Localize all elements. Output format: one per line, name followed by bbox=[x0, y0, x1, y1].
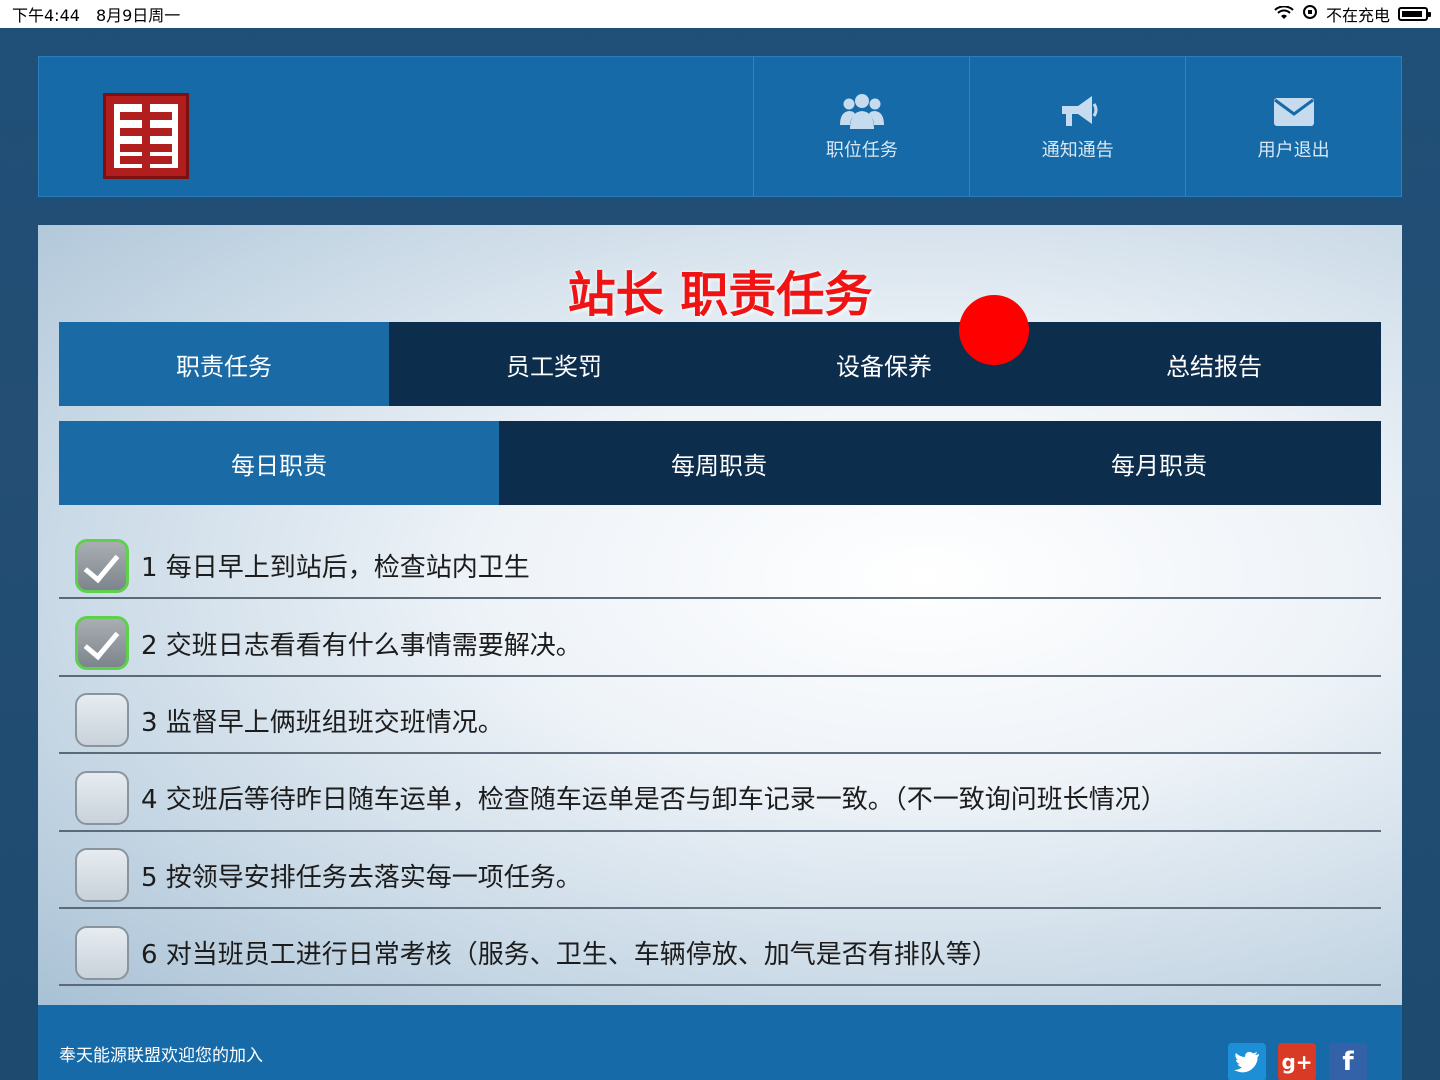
primary-tabs: 职责任务 员工奖罚 设备保养 总结报告 bbox=[59, 322, 1381, 406]
nav-job-tasks[interactable]: 职位任务 bbox=[753, 57, 969, 196]
users-icon bbox=[839, 92, 884, 130]
megaphone-icon bbox=[1056, 92, 1100, 130]
task-checkbox[interactable] bbox=[75, 538, 129, 593]
nav-label: 职位任务 bbox=[825, 139, 898, 161]
task-checkbox[interactable] bbox=[75, 616, 129, 671]
tab-weekly[interactable]: 每周职责 bbox=[499, 421, 939, 505]
battery-icon bbox=[1398, 7, 1431, 21]
status-date: 8月9日周一 bbox=[95, 6, 181, 25]
footer: 奉天能源联盟欢迎您的加入 g+ f bbox=[38, 1005, 1402, 1080]
task-checkbox[interactable] bbox=[75, 693, 129, 748]
status-time: 下午4:44 bbox=[12, 6, 80, 25]
list-item: 5 按领导安排任务去落实每一项任务。 bbox=[59, 832, 1381, 909]
logo-area bbox=[39, 57, 753, 196]
task-text: 6 对当班员工进行日常考核（服务、卫生、车辆停放、加气是否有排队等） bbox=[141, 940, 998, 971]
app-header: 职位任务 通知通告 用户退出 bbox=[38, 56, 1402, 197]
secondary-tabs: 每日职责 每周职责 每月职责 bbox=[59, 421, 1381, 505]
list-item: 4 交班后等待昨日随车运单，检查随车运单是否与卸车记录一致。（不一致询问班长情况… bbox=[59, 754, 1381, 832]
tab-rewards-penalties[interactable]: 员工奖罚 bbox=[389, 322, 719, 406]
main-panel: 站长 职责任务 职责任务 员工奖罚 设备保养 总结报告 每日职责 每周职责 每月… bbox=[38, 225, 1402, 1005]
task-checkbox[interactable] bbox=[75, 848, 129, 903]
logo-mark bbox=[114, 104, 178, 168]
task-text: 2 交班日志看看有什么事情需要解决。 bbox=[141, 630, 582, 661]
list-item: 2 交班日志看看有什么事情需要解决。 bbox=[59, 599, 1381, 677]
list-item: 6 对当班员工进行日常考核（服务、卫生、车辆停放、加气是否有排队等） bbox=[59, 909, 1381, 987]
envelope-icon bbox=[1272, 92, 1316, 130]
list-item: 1 每日早上到站后，检查站内卫生 bbox=[59, 522, 1381, 600]
nav-notices[interactable]: 通知通告 bbox=[969, 57, 1185, 196]
task-text: 3 监督早上俩班组班交班情况。 bbox=[141, 707, 504, 738]
tab-monthly[interactable]: 每月职责 bbox=[939, 421, 1379, 505]
task-list: 1 每日早上到站后，检查站内卫生 2 交班日志看看有什么事情需要解决。 3 监督… bbox=[59, 522, 1381, 987]
task-text: 1 每日早上到站后，检查站内卫生 bbox=[141, 553, 530, 584]
wifi-icon bbox=[1274, 4, 1294, 24]
touch-indicator bbox=[959, 295, 1029, 365]
footer-welcome-text: 奉天能源联盟欢迎您的加入 bbox=[59, 1046, 263, 1066]
task-checkbox[interactable] bbox=[75, 925, 129, 980]
charging-status: 不在充电 bbox=[1325, 6, 1390, 25]
google-plus-icon[interactable]: g+ bbox=[1278, 1043, 1316, 1080]
twitter-icon[interactable] bbox=[1228, 1043, 1266, 1080]
page-title: 站长 职责任务 bbox=[567, 267, 873, 323]
status-bar: 下午4:44 8月9日周一 不在充电 bbox=[0, 0, 1440, 28]
task-text: 5 按领导安排任务去落实每一项任务。 bbox=[141, 862, 582, 893]
tab-duties[interactable]: 职责任务 bbox=[59, 322, 389, 406]
facebook-icon[interactable]: f bbox=[1329, 1043, 1367, 1080]
nav-logout[interactable]: 用户退出 bbox=[1185, 57, 1401, 196]
tab-daily[interactable]: 每日职责 bbox=[59, 421, 499, 505]
task-text: 4 交班后等待昨日随车运单，检查随车运单是否与卸车记录一致。（不一致询问班长情况… bbox=[141, 785, 1167, 816]
task-checkbox[interactable] bbox=[75, 770, 129, 825]
rotation-lock-icon bbox=[1302, 4, 1318, 24]
nav-label: 通知通告 bbox=[1041, 139, 1114, 161]
list-item: 3 监督早上俩班组班交班情况。 bbox=[59, 677, 1381, 755]
logo[interactable] bbox=[103, 93, 189, 179]
nav-label: 用户退出 bbox=[1257, 139, 1330, 161]
tab-summary-report[interactable]: 总结报告 bbox=[1049, 322, 1379, 406]
